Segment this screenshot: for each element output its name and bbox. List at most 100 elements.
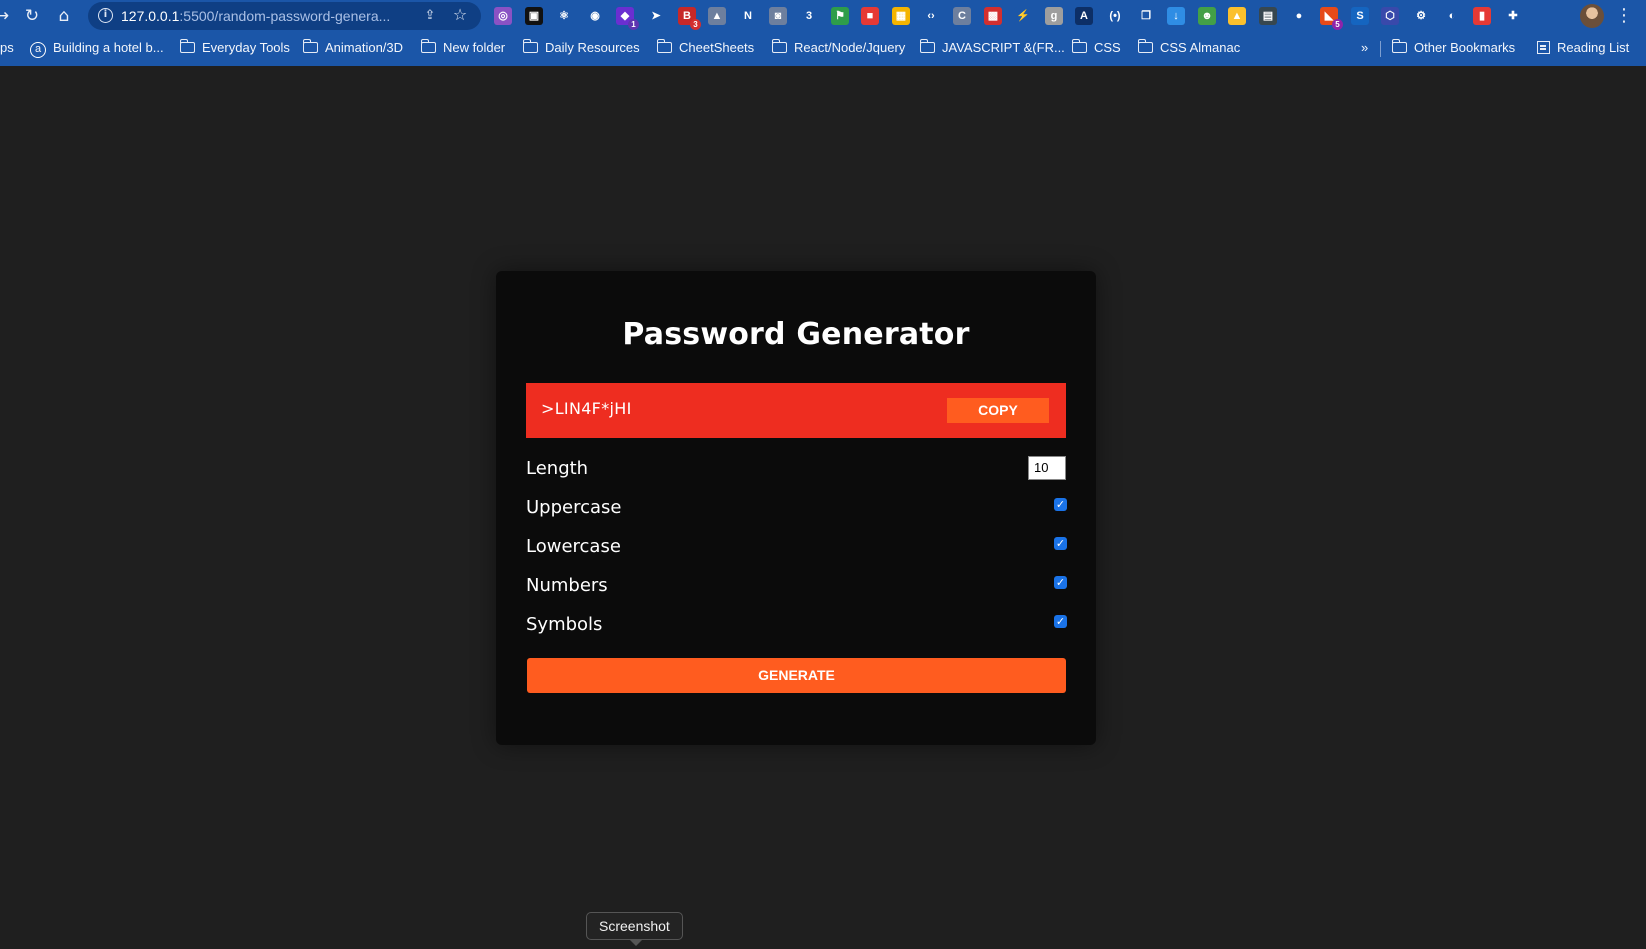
bookmark-label: Animation/3D	[325, 40, 404, 55]
folder-icon	[1137, 39, 1153, 53]
bookmarks-divider	[1380, 41, 1381, 57]
lowercase-checkbox[interactable]: ✓	[1054, 537, 1067, 550]
bookmarks-overflow-icon[interactable]: »	[1361, 38, 1368, 58]
profile-avatar[interactable]	[1580, 4, 1604, 28]
ext-31-icon[interactable]: ⚙	[1412, 7, 1430, 25]
ext-27-icon[interactable]: ●	[1290, 7, 1308, 25]
ext-2-icon[interactable]: ▣	[525, 7, 543, 25]
symbols-checkbox[interactable]: ✓	[1054, 615, 1067, 628]
ext-20-icon[interactable]: A	[1075, 7, 1093, 25]
extension-badge: 5	[1332, 19, 1343, 30]
option-row-lowercase: Lowercase ✓	[526, 534, 1067, 564]
bookmark-11[interactable]: CSS Almanac	[1137, 38, 1240, 58]
ext-30-icon[interactable]: ⬡	[1381, 7, 1399, 25]
forward-icon[interactable]: →	[0, 4, 14, 28]
ext-7-icon[interactable]: B3	[678, 7, 701, 30]
folder-icon	[179, 39, 195, 53]
url-host: 127.0.0.1	[121, 8, 180, 24]
password-generator-card: Password Generator >LIN4F*jHI COPY Lengt…	[496, 271, 1096, 745]
folder-icon	[420, 39, 436, 53]
folder-icon	[771, 39, 787, 53]
bookmark-star-icon[interactable]: ☆	[450, 5, 470, 25]
generate-button[interactable]: GENERATE	[527, 658, 1066, 693]
ext-17-icon[interactable]: ▩	[984, 7, 1002, 25]
bookmark-label: New folder	[443, 40, 506, 55]
ext-23-icon[interactable]: ↓	[1167, 7, 1185, 25]
ext-10-icon[interactable]: ◙	[769, 7, 787, 25]
ext-3-icon[interactable]: ⚛	[555, 7, 573, 25]
url-text[interactable]: 127.0.0.1:5500/random-password-genera...	[121, 8, 390, 24]
bookmark-1[interactable]: ps	[0, 38, 14, 58]
extension-badge: 3	[690, 19, 701, 30]
bookmark-7[interactable]: CheetSheets	[656, 38, 755, 58]
site-info-icon[interactable]: i	[98, 8, 113, 23]
ext-21-icon[interactable]: (•)	[1106, 7, 1124, 25]
bookmark-2[interactable]: a Building a hotel b...	[30, 38, 164, 58]
ext-33-icon[interactable]: ▮	[1473, 7, 1491, 25]
ext-26-icon[interactable]: ▤	[1259, 7, 1277, 25]
ext-12-icon[interactable]: ⚑	[831, 7, 849, 25]
ext-19-icon[interactable]: g	[1045, 7, 1063, 25]
ext-22-icon[interactable]: ❐	[1137, 7, 1155, 25]
bookmark-label: React/Node/Jquery	[794, 40, 906, 55]
ext-25-icon[interactable]: ▲	[1228, 7, 1246, 25]
symbols-label: Symbols	[526, 614, 603, 635]
option-row-numbers: Numbers ✓	[526, 573, 1067, 603]
bookmark-label: CSS	[1094, 40, 1121, 55]
bookmark-10[interactable]: CSS	[1071, 38, 1121, 58]
copy-button[interactable]: COPY	[947, 398, 1049, 423]
ext-4-icon[interactable]: ◉	[586, 7, 604, 25]
browser-toolbar: → ↻ ⌂ i 127.0.0.1:5500/random-password-g…	[0, 0, 1646, 32]
length-label: Length	[526, 458, 589, 479]
bookmark-3[interactable]: Everyday Tools	[179, 38, 290, 58]
numbers-label: Numbers	[526, 575, 608, 596]
uppercase-label: Uppercase	[526, 497, 622, 518]
home-icon[interactable]: ⌂	[52, 4, 76, 28]
folder-icon	[302, 39, 318, 53]
bookmark-4[interactable]: Animation/3D	[302, 38, 404, 58]
reading-list[interactable]: Reading List	[1537, 38, 1629, 58]
folder-icon	[1391, 39, 1407, 53]
browser-menu-icon[interactable]: ⋮	[1614, 4, 1634, 28]
bookmark-9[interactable]: JAVASCRIPT &(FR...	[919, 38, 1065, 58]
bookmark-8[interactable]: React/Node/Jquery	[771, 38, 906, 58]
ext-28-icon[interactable]: ◣ 5	[1320, 7, 1343, 30]
option-row-uppercase: Uppercase ✓	[526, 495, 1067, 525]
share-icon[interactable]: ⇪	[420, 6, 440, 26]
bookmark-label: CheetSheets	[679, 40, 755, 55]
folder-icon	[1071, 39, 1087, 53]
ext-9-icon[interactable]: N	[739, 7, 757, 25]
lowercase-label: Lowercase	[526, 536, 621, 557]
address-bar[interactable]: i 127.0.0.1:5500/random-password-genera.…	[88, 2, 481, 30]
ext-34-icon[interactable]: ✚	[1504, 7, 1522, 25]
screenshot-tooltip: Screenshot	[586, 912, 683, 940]
ext-8-icon[interactable]: ▲	[708, 7, 726, 25]
reading-list-label: Reading List	[1557, 40, 1630, 55]
ext-11-icon[interactable]: 3	[800, 7, 818, 25]
ext-6-icon[interactable]: ➤	[647, 7, 665, 25]
folder-icon	[522, 39, 538, 53]
bookmark-6[interactable]: Daily Resources	[522, 38, 640, 58]
ext-5-icon[interactable]: ◆ 1	[616, 7, 639, 30]
numbers-checkbox[interactable]: ✓	[1054, 576, 1067, 589]
ext-24-icon[interactable]: ☻	[1198, 7, 1216, 25]
browser-chrome: → ↻ ⌂ i 127.0.0.1:5500/random-password-g…	[0, 0, 1646, 66]
ext-18-icon[interactable]: ⚡	[1014, 7, 1032, 25]
ext-16-icon[interactable]: C	[953, 7, 971, 25]
bookmark-5[interactable]: New folder	[420, 38, 506, 58]
ext-13-icon[interactable]: ■	[861, 7, 879, 25]
ext-14-icon[interactable]: ▦	[892, 7, 910, 25]
other-bookmarks-label: Other Bookmarks	[1414, 40, 1516, 55]
tooltip-arrow	[629, 939, 643, 946]
ext-32-icon[interactable]: ◐	[1443, 7, 1461, 25]
other-bookmarks[interactable]: Other Bookmarks	[1391, 38, 1516, 58]
bookmark-label: ps	[0, 40, 14, 55]
page-title: Password Generator	[622, 317, 970, 352]
reload-icon[interactable]: ↻	[20, 4, 44, 28]
ext-1-icon[interactable]: ◎	[494, 7, 512, 25]
ext-29-icon[interactable]: S	[1351, 7, 1369, 25]
length-input[interactable]: 10	[1028, 456, 1066, 480]
uppercase-checkbox[interactable]: ✓	[1054, 498, 1067, 511]
ext-15-icon[interactable]: ‹›	[922, 7, 940, 25]
length-row: Length 10	[526, 456, 1066, 486]
